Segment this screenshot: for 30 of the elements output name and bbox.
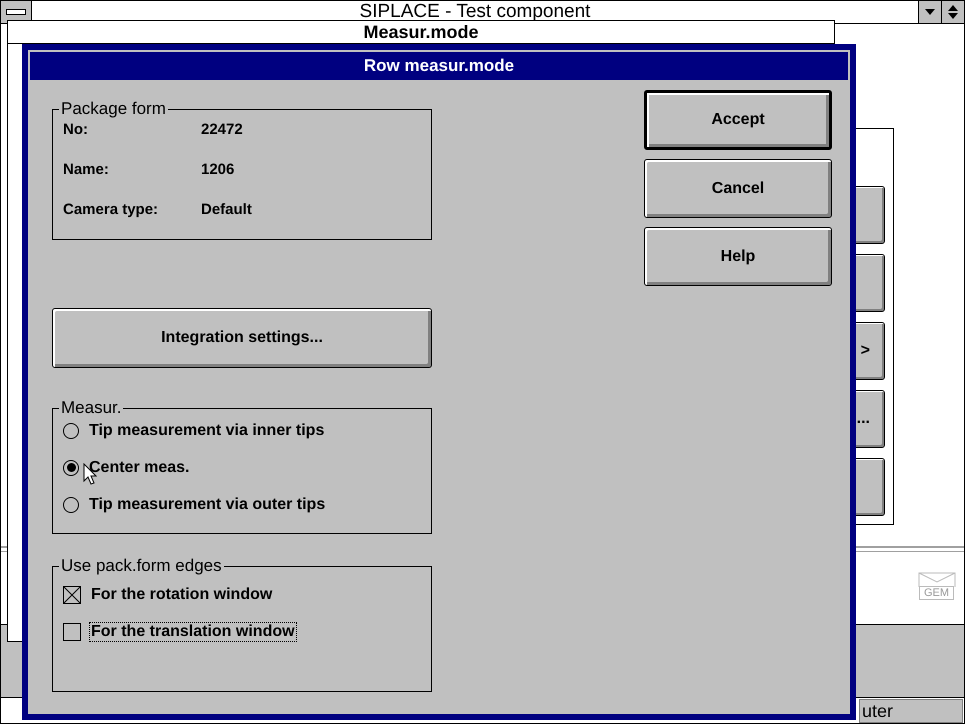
dialog-button[interactable]: Accept	[644, 90, 832, 150]
field-value: 1206	[201, 160, 234, 178]
field-label: No:	[63, 120, 89, 138]
group-title: Use pack.form edges	[60, 556, 223, 576]
option-label: Tip measurement via outer tips	[88, 494, 326, 514]
dialog-button[interactable]: Help	[644, 227, 832, 286]
radio-button[interactable]	[63, 460, 79, 476]
up-down-arrow-icon	[948, 5, 958, 19]
field-label: Name:	[63, 160, 110, 178]
option-label: Tip measurement via inner tips	[88, 420, 326, 440]
dialog-button[interactable]: Cancel	[644, 159, 832, 218]
option-label: For the rotation window	[90, 584, 274, 604]
field-value: Default	[201, 200, 252, 218]
group-title: Measur.	[60, 398, 122, 418]
radio-button[interactable]	[63, 496, 79, 512]
minimize-button[interactable]	[918, 1, 941, 23]
option-label: Center meas.	[88, 458, 190, 478]
window-title: SIPLACE - Test component	[358, 1, 592, 23]
radio-button[interactable]	[63, 422, 79, 438]
checkbox[interactable]	[63, 622, 81, 640]
checkbox[interactable]	[63, 586, 81, 604]
group-title: Package form	[60, 99, 167, 119]
field-label: Camera type:	[63, 200, 160, 218]
down-arrow-icon	[925, 9, 935, 15]
field-value: 22472	[201, 120, 243, 138]
status-text: uter	[859, 699, 963, 723]
integration-settings-button[interactable]: Integration settings...	[52, 308, 432, 368]
option-label: For the translation window	[89, 622, 297, 642]
dialog-title: Row measur.mode	[30, 52, 848, 80]
restore-button[interactable]	[941, 1, 964, 23]
